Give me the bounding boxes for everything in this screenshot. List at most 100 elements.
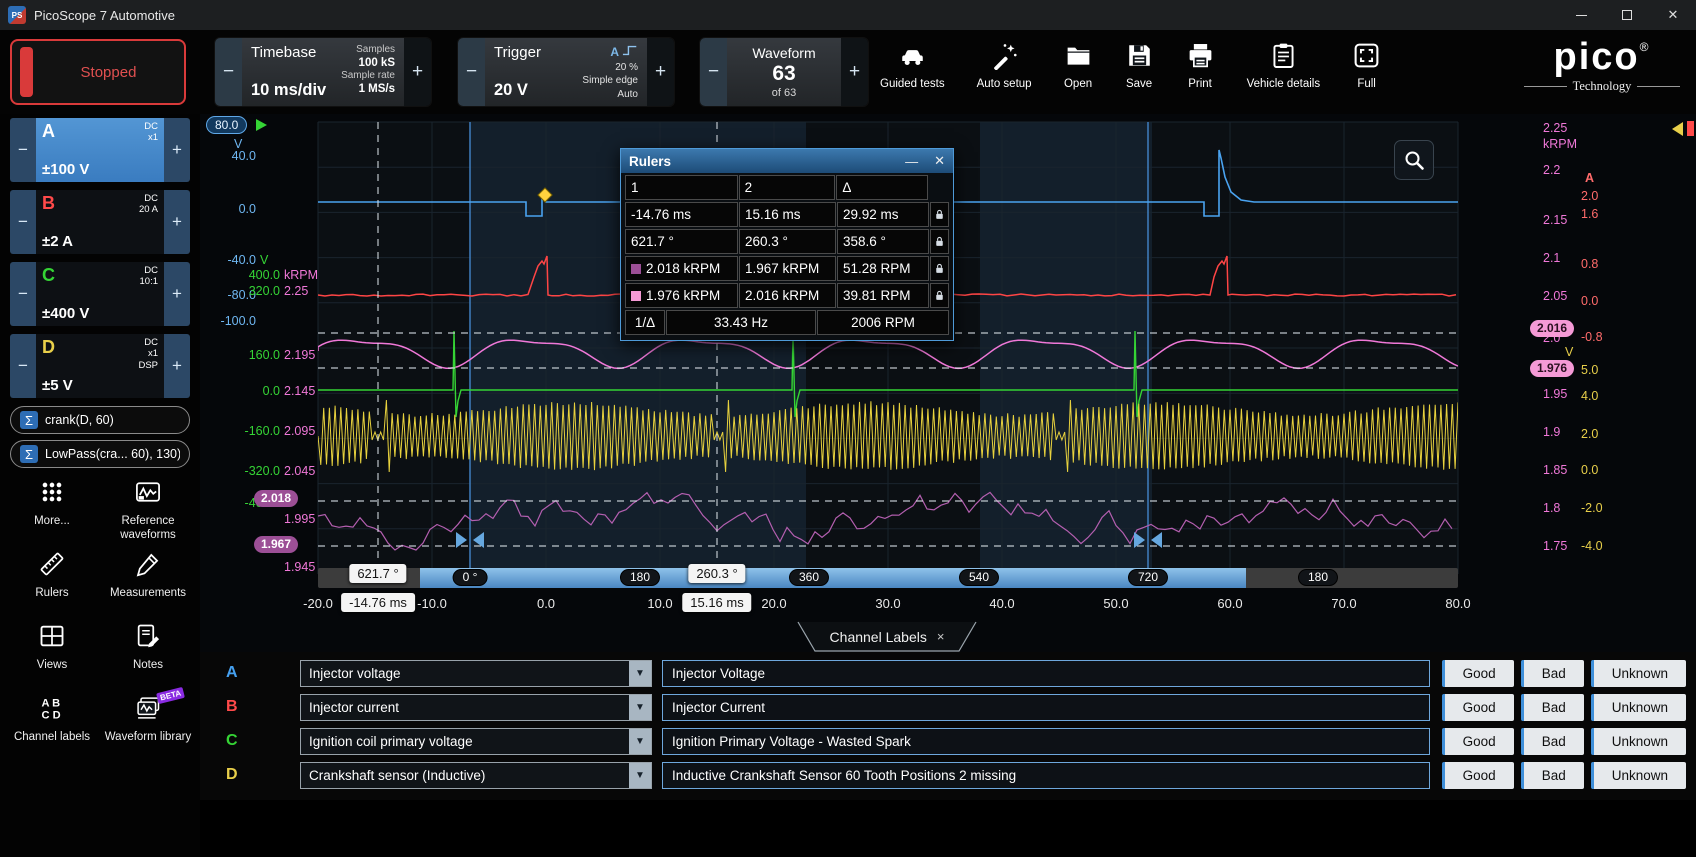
chevron-down-icon: ▼ [629,729,651,754]
math-channel-button-1[interactable]: Σcrank(D, 60) [10,406,190,434]
channel-C-label-input[interactable]: Ignition Primary Voltage - Wasted Spark [662,728,1430,755]
full-button[interactable]: Full [1352,41,1381,90]
ruler-1-value: -14.76 ms [625,202,738,227]
channel-C-button[interactable]: −CDC10:1±400 V+ [10,262,190,326]
trigger-level-value[interactable]: 20 V [494,81,541,100]
channel-C-good-button[interactable]: Good [1442,728,1514,755]
channel-D-bad-button[interactable]: Bad [1521,762,1584,789]
channel-A-increase-button[interactable]: + [164,118,190,182]
trigger-source: A [610,45,619,59]
channel-D-unknown-button[interactable]: Unknown [1591,762,1686,789]
waveform-next-button[interactable]: + [841,38,868,106]
sidebar-item-more[interactable]: More... [6,478,98,529]
channel-B-label-input[interactable]: Injector Current [662,694,1430,721]
sidebar-item-channel-labels[interactable]: A BC DChannel labels [6,694,98,745]
channel-B-button[interactable]: −BDC20 A±2 A+ [10,190,190,254]
channel-C-increase-button[interactable]: + [164,262,190,326]
rulers-dialog-titlebar[interactable]: Rulers — ✕ [621,149,953,173]
sidebar-item-notes[interactable]: Notes [102,622,194,673]
abcd-icon: A BC D [38,694,66,725]
sidebar-item-label: Reference waveforms [102,515,194,543]
channel-D-increase-button[interactable]: + [164,334,190,398]
channel-D-button[interactable]: −DDCx1DSP±5 V+ [10,334,190,398]
capture-start-stop-button[interactable]: Stopped [10,39,186,105]
rulers-table-row: 1.976 kRPM2.016 kRPM39.81 RPM [621,283,953,308]
channel-B-bad-button[interactable]: Bad [1521,694,1584,721]
trigger-mode: Simple edge [582,74,638,88]
channel-C-bad-button[interactable]: Bad [1521,728,1584,755]
channel-D-range: ±5 V [42,377,73,394]
vehicle-details-button[interactable]: Vehicle details [1247,41,1321,90]
maximize-button[interactable] [1604,0,1650,30]
channel-B-good-button[interactable]: Good [1442,694,1514,721]
save-button[interactable]: Save [1125,41,1154,90]
ruler-1-value: 1.976 kRPM [625,283,738,308]
channel-labels-tab[interactable]: Channel Labels × [794,620,980,653]
ruler-delta-value: 358.6 ° [837,229,929,254]
channel-A-preset-dropdown[interactable]: Injector voltage▼ [300,660,652,687]
timebase-details: Samples 100 kS Sample rate 1 MS/s [341,44,395,100]
open-button[interactable]: Open [1064,41,1093,90]
guided-tests-button[interactable]: Guided tests [880,41,945,90]
channel-B-unknown-button[interactable]: Unknown [1591,694,1686,721]
ruler-lock-icon[interactable] [930,256,949,281]
waveform-count: of 63 [772,87,796,99]
sidebar-item-reference-waveforms[interactable]: Reference waveforms [102,478,194,543]
channel-C-preset-dropdown[interactable]: Ignition coil primary voltage▼ [300,728,652,755]
print-button[interactable]: Print [1186,41,1215,90]
sidebar-item-measurements[interactable]: Measurements [102,550,194,601]
rulers-rpm-value: 2006 RPM [817,310,949,335]
rulers-dialog[interactable]: Rulers — ✕ 12Δ-14.76 ms15.16 ms29.92 ms6… [620,148,954,341]
ruler-2-value: 1.967 kRPM [739,256,836,281]
rulers-column-header: Δ [836,175,928,200]
ruler-lock-icon[interactable] [930,229,949,254]
tab-close-icon[interactable]: × [937,629,945,644]
channel-D-decrease-button[interactable]: − [10,334,36,398]
channel-A-bad-button[interactable]: Bad [1521,660,1584,687]
channel-C-decrease-button[interactable]: − [10,262,36,326]
trigger-decrease-button[interactable]: − [458,38,485,106]
channel-C-unknown-button[interactable]: Unknown [1591,728,1686,755]
zoom-overview-button[interactable] [1394,140,1434,180]
chevron-down-icon: ▼ [629,695,651,720]
auto-setup-button[interactable]: Auto setup [977,41,1032,90]
channel-D-preset-dropdown[interactable]: Crankshaft sensor (Inductive)▼ [300,762,652,789]
ruler-1-value: 2.018 kRPM [625,256,738,281]
channel-A-unknown-button[interactable]: Unknown [1591,660,1686,687]
channel-D-good-button[interactable]: Good [1442,762,1514,789]
channel-A-coupling: DCx1 [144,121,158,144]
channel-label-row-B: B Injector current▼ Injector Current Good Ba… [200,694,1696,721]
ruler-icon [38,550,66,581]
timebase-increase-button[interactable]: + [404,38,431,106]
timebase-value[interactable]: 10 ms/div [251,81,326,100]
timebase-decrease-button[interactable]: − [215,38,242,106]
channel-B-preset-dropdown[interactable]: Injector current▼ [300,694,652,721]
sidebar-item-views[interactable]: Views [6,622,98,673]
rulers-table-row: 621.7 °260.3 °358.6 ° [621,229,953,254]
rulers-column-header: 2 [739,175,836,200]
rotation-ruler-bar[interactable]: 0 °180360540720180 [318,568,1458,588]
sidebar-item-rulers[interactable]: Rulers [6,550,98,601]
channel-B-decrease-button[interactable]: − [10,190,36,254]
channel-D-label-input[interactable]: Inductive Crankshaft Sensor 60 Tooth Pos… [662,762,1430,789]
rulers-close-button[interactable]: ✕ [934,153,945,169]
window-title: PicoScope 7 Automotive [34,8,175,23]
pico-logo: pico® Technology [1524,38,1680,94]
sidebar-item-waveform-library[interactable]: Waveform libraryBETA [102,694,194,745]
channel-A-label-input[interactable]: Injector Voltage [662,660,1430,687]
channel-A-decrease-button[interactable]: − [10,118,36,182]
math-channel-button-2[interactable]: ΣLowPass(cra... 60), 130) [10,440,190,468]
trigger-increase-button[interactable]: + [647,38,674,106]
ruler-lock-icon[interactable] [930,283,949,308]
channel-B-increase-button[interactable]: + [164,190,190,254]
scope-view[interactable]: 80.0V40.00.0-40.0-80.0-100.0V400.0320.01… [200,114,1696,659]
channel-label-row-D: DCrankshaft sensor (Inductive)▼Inductive… [200,762,1696,789]
rulers-minimize-button[interactable]: — [905,154,918,169]
waveform-previous-button[interactable]: − [700,38,727,106]
close-button[interactable]: ✕ [1650,0,1696,30]
channel-A-good-button[interactable]: Good [1442,660,1514,687]
minimize-button[interactable] [1558,0,1604,30]
row-channel-letter: B [226,698,238,716]
channel-A-button[interactable]: −ADCx1±100 V+ [10,118,190,182]
ruler-lock-icon[interactable] [930,202,949,227]
